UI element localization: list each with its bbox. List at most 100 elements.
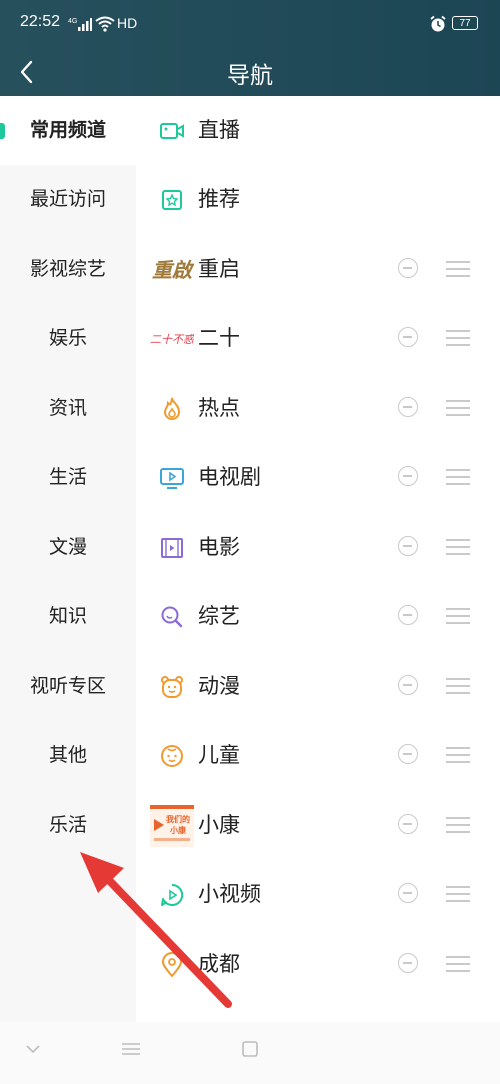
sidebar-item-label: 视听专区 <box>29 675 106 697</box>
svg-text:4G: 4G <box>68 18 77 25</box>
channel-item-anime[interactable]: 动漫 <box>136 652 500 721</box>
channel-item-ershi[interactable]: 二十不惑 二十 <box>136 304 500 373</box>
channel-label: 推荐 <box>198 187 240 211</box>
recommend-star-icon <box>150 179 194 221</box>
drag-handle-icon[interactable] <box>446 469 470 485</box>
sidebar-item-label: 娱乐 <box>48 327 87 349</box>
remove-channel-button[interactable] <box>398 953 418 973</box>
remove-channel-button[interactable] <box>398 397 418 417</box>
channel-item-xiaokang[interactable]: 我们的 小康 小康 <box>136 791 500 860</box>
sidebar-item-lehuo[interactable]: 乐活 <box>0 791 136 860</box>
remove-channel-button[interactable] <box>398 883 418 903</box>
category-sidebar: 常用频道 最近访问 影视综艺 娱乐 资讯 生活 文漫 知识 视听专区 其他 乐活 <box>0 96 136 1022</box>
channel-label: 热点 <box>198 396 240 420</box>
channel-item-hot[interactable]: 热点 <box>136 374 500 443</box>
active-indicator <box>0 123 5 139</box>
sidebar-item-life[interactable]: 生活 <box>0 443 136 512</box>
channel-item-kids[interactable]: 儿童 <box>136 721 500 790</box>
drag-handle-icon[interactable] <box>446 817 470 833</box>
sidebar-item-av-zone[interactable]: 视听专区 <box>0 652 136 721</box>
svg-text:小康: 小康 <box>169 825 187 835</box>
chongqi-logo: 重啟 <box>150 249 194 291</box>
nav-bar: 导航 <box>0 48 500 96</box>
drag-handle-icon[interactable] <box>446 956 470 972</box>
sidebar-item-common-channels[interactable]: 常用频道 <box>0 96 136 165</box>
drag-handle-icon[interactable] <box>446 747 470 763</box>
remove-channel-button[interactable] <box>398 744 418 764</box>
drag-handle-icon[interactable] <box>446 539 470 555</box>
nav-home-square-icon[interactable] <box>241 1040 259 1062</box>
channel-label: 二十 <box>198 326 240 350</box>
system-nav-bar <box>0 1022 500 1084</box>
channel-label: 小康 <box>198 813 240 837</box>
channel-item-recommend[interactable]: 推荐 <box>136 165 500 234</box>
svg-text:二十不惑: 二十不惑 <box>150 333 194 346</box>
sidebar-item-label: 资讯 <box>48 397 87 419</box>
sidebar-item-label: 影视综艺 <box>29 258 106 280</box>
drag-handle-icon[interactable] <box>446 886 470 902</box>
sidebar-item-news[interactable]: 资讯 <box>0 374 136 443</box>
sidebar-item-label: 其他 <box>48 744 87 766</box>
channel-item-movie[interactable]: 电影 <box>136 513 500 582</box>
short-video-play-icon <box>150 874 194 916</box>
remove-channel-button[interactable] <box>398 536 418 556</box>
drag-handle-icon[interactable] <box>446 608 470 624</box>
sidebar-item-knowledge[interactable]: 知识 <box>0 582 136 651</box>
bear-face-icon <box>150 666 194 708</box>
nav-menu-icon[interactable] <box>121 1040 141 1062</box>
remove-channel-button[interactable] <box>398 466 418 486</box>
channel-label: 电视剧 <box>198 465 261 489</box>
channel-item-variety[interactable]: 综艺 <box>136 582 500 651</box>
ershi-logo: 二十不惑 <box>150 318 194 360</box>
remove-channel-button[interactable] <box>398 814 418 834</box>
drag-handle-icon[interactable] <box>446 330 470 346</box>
channel-label: 动漫 <box>198 674 240 698</box>
wifi-icon <box>95 16 115 36</box>
drag-handle-icon[interactable] <box>446 261 470 277</box>
sidebar-item-entertainment[interactable]: 娱乐 <box>0 304 136 373</box>
remove-channel-button[interactable] <box>398 605 418 625</box>
remove-channel-button[interactable] <box>398 258 418 278</box>
sidebar-item-film-variety[interactable]: 影视综艺 <box>0 235 136 304</box>
hd-indicator: HD <box>117 15 138 31</box>
alarm-icon <box>429 15 447 37</box>
channel-label: 小视频 <box>198 882 261 906</box>
live-camera-icon <box>150 110 194 152</box>
channel-item-chengdu[interactable]: 成都 <box>136 930 500 999</box>
drag-handle-icon[interactable] <box>446 400 470 416</box>
sidebar-item-recent[interactable]: 最近访问 <box>0 165 136 234</box>
sidebar-item-label: 最近访问 <box>29 188 106 210</box>
flame-icon <box>150 388 194 430</box>
status-time: 22:52 <box>20 13 61 30</box>
channel-label: 综艺 <box>198 604 240 628</box>
channel-label: 重启 <box>198 257 240 281</box>
sidebar-item-label: 常用频道 <box>29 119 106 141</box>
channel-label: 儿童 <box>198 743 240 767</box>
xiaokang-logo: 我们的 小康 <box>150 805 194 847</box>
channel-label: 直播 <box>198 118 240 142</box>
app-header: 22:52 4G HD 77 导航 <box>0 0 500 96</box>
sidebar-item-label: 生活 <box>48 466 87 488</box>
channel-item-live[interactable]: 直播 <box>136 96 500 165</box>
nav-back-chevron-icon[interactable] <box>24 1040 42 1062</box>
status-bar: 22:52 4G HD 77 <box>0 0 500 48</box>
film-icon <box>150 527 194 569</box>
channel-item-tv-drama[interactable]: 电视剧 <box>136 443 500 512</box>
channel-label: 电影 <box>198 535 240 559</box>
channel-item-chongqi[interactable]: 重啟 重启 <box>136 235 500 304</box>
sidebar-item-other[interactable]: 其他 <box>0 721 136 790</box>
channel-item-short-video[interactable]: 小视频 <box>136 860 500 929</box>
cellular-signal-icon: 4G <box>68 16 92 36</box>
channel-list: 直播 推荐 重啟 重启 二十不惑 二十 热点 电视剧 电影 综艺 动漫 儿童 我… <box>136 96 500 1022</box>
search-variety-icon <box>150 596 194 638</box>
sidebar-item-label: 文漫 <box>48 536 87 558</box>
remove-channel-button[interactable] <box>398 327 418 347</box>
tv-play-icon <box>150 457 194 499</box>
drag-handle-icon[interactable] <box>446 678 470 694</box>
remove-channel-button[interactable] <box>398 675 418 695</box>
page-title: 导航 <box>227 63 273 89</box>
map-pin-icon <box>150 944 194 986</box>
sidebar-item-culture-comics[interactable]: 文漫 <box>0 513 136 582</box>
child-face-icon <box>150 735 194 777</box>
sidebar-item-label: 乐活 <box>48 814 87 836</box>
